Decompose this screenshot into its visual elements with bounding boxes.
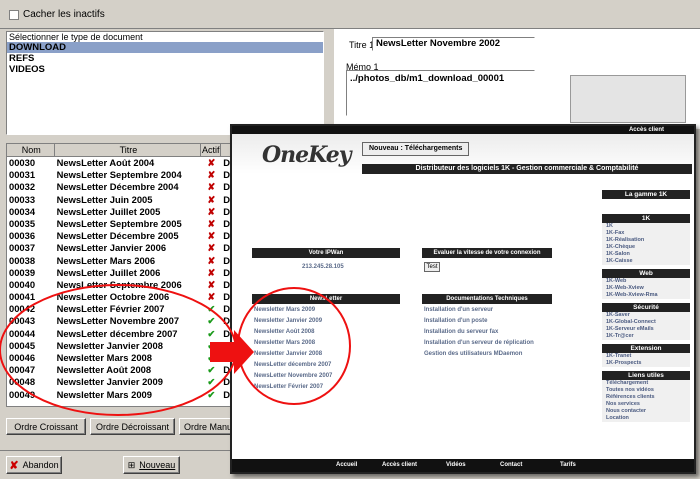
red-ellipse-left [0,284,237,416]
red-ellipse-right [237,287,351,405]
annotation-overlay [0,284,351,416]
